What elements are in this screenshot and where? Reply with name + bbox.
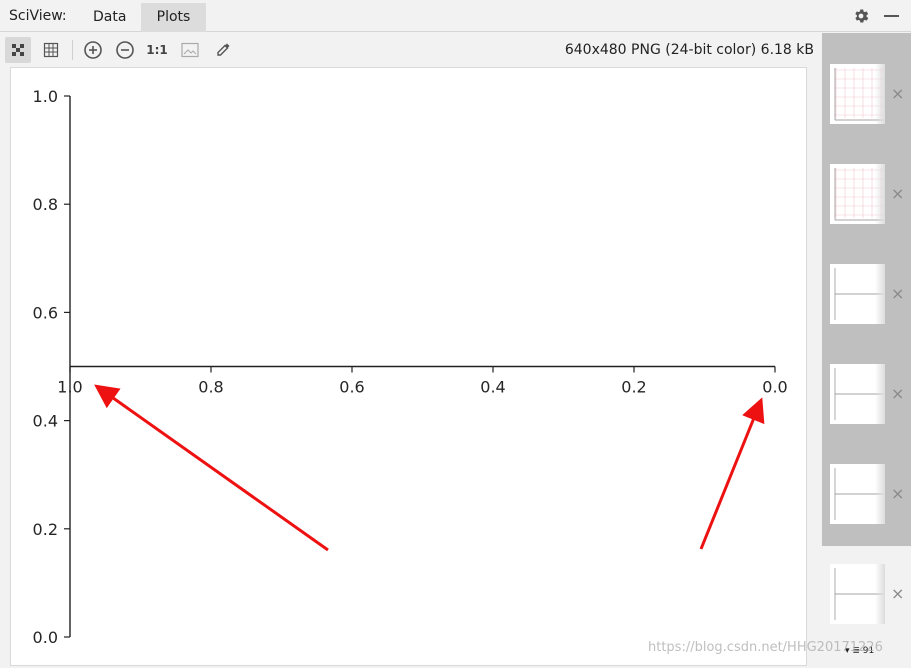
x-tick-label: 0.8 — [198, 378, 223, 397]
actual-size-icon: 1:1 — [146, 43, 168, 57]
fit-zoom-icon — [12, 44, 24, 56]
fit-zoom-button[interactable] — [5, 37, 31, 63]
zoom-out-icon — [116, 41, 134, 59]
thumbnail-close-button[interactable]: × — [891, 586, 904, 602]
image-icon — [181, 42, 199, 58]
x-tick-label: 0.0 — [762, 378, 787, 397]
y-tick-label: 0.6 — [33, 303, 58, 322]
annotation-arrow — [699, 397, 765, 550]
plot-toolbar: 1:1 640x480 PNG (24-bit color) 6.18 kB — [0, 33, 822, 67]
y-tick-label: 0.0 — [33, 628, 58, 647]
image-button[interactable] — [177, 37, 203, 63]
thumbnail-fade — [875, 164, 885, 224]
x-tick-label: 0.6 — [339, 378, 364, 397]
thumbnail-fade — [875, 464, 885, 524]
gear-icon[interactable] — [852, 7, 870, 25]
color-picker-button[interactable] — [210, 37, 236, 63]
y-tick-label: 0.8 — [33, 195, 58, 214]
zoom-out-button[interactable] — [112, 37, 138, 63]
thumbnail-fade — [875, 264, 885, 324]
thumbnail-close-button[interactable]: × — [891, 86, 904, 102]
image-info: 640x480 PNG (24-bit color) 6.18 kB — [564, 42, 814, 58]
plot-canvas: 1.0 0.8 0.6 0.4 0.2 0.0 1.0 0.8 0.6 0.4 0.2 0.0 — [10, 67, 807, 666]
y-tick-label: 1.0 — [33, 87, 58, 106]
minimize-icon — [884, 15, 899, 17]
thumbnail-close-button[interactable]: × — [891, 386, 904, 402]
color-picker-icon — [217, 43, 230, 56]
thumbnail-plot-1[interactable] — [830, 64, 885, 124]
sciview-header: SciView: Data Plots — [0, 0, 911, 32]
zoom-in-button[interactable] — [80, 37, 106, 63]
thumbnail-close-button[interactable]: × — [891, 186, 904, 202]
thumbnail-fade — [875, 564, 885, 624]
y-tick-label: 0.4 — [33, 412, 58, 431]
thumbnail-plot-6[interactable] — [830, 564, 885, 624]
annotation-arrow — [94, 384, 329, 552]
zoom-in-icon — [84, 41, 102, 59]
canvas-gutter — [807, 67, 822, 668]
thumbnail-plot-4[interactable] — [830, 364, 885, 424]
toolbar-separator — [72, 40, 73, 60]
app-label: SciView: — [9, 8, 67, 24]
grid-button[interactable] — [38, 37, 64, 63]
watermark: https://blog.csdn.net/HHG20171226 — [648, 640, 883, 655]
tab-plots[interactable]: Plots — [141, 3, 206, 32]
thumbnail-fade — [875, 364, 885, 424]
thumbnail-plot-5[interactable] — [830, 464, 885, 524]
tab-data[interactable]: Data — [80, 3, 139, 32]
thumbnail-close-button[interactable]: × — [891, 286, 904, 302]
thumbnail-plot-3[interactable] — [830, 264, 885, 324]
thumbnail-plot-2[interactable] — [830, 164, 885, 224]
x-tick-label: 0.2 — [621, 378, 646, 397]
x-tick-label: 0.4 — [480, 378, 505, 397]
grid-icon — [43, 42, 59, 58]
y-tick-label: 0.2 — [33, 520, 58, 539]
actual-size-button[interactable]: 1:1 — [144, 37, 170, 63]
thumbnail-fade — [875, 64, 885, 124]
thumbnail-close-button[interactable]: × — [891, 486, 904, 502]
plot-figure: 1.0 0.8 0.6 0.4 0.2 0.0 1.0 0.8 0.6 0.4 0.2 0.0 — [33, 87, 788, 647]
x-tick-label: 1.0 — [57, 378, 82, 397]
